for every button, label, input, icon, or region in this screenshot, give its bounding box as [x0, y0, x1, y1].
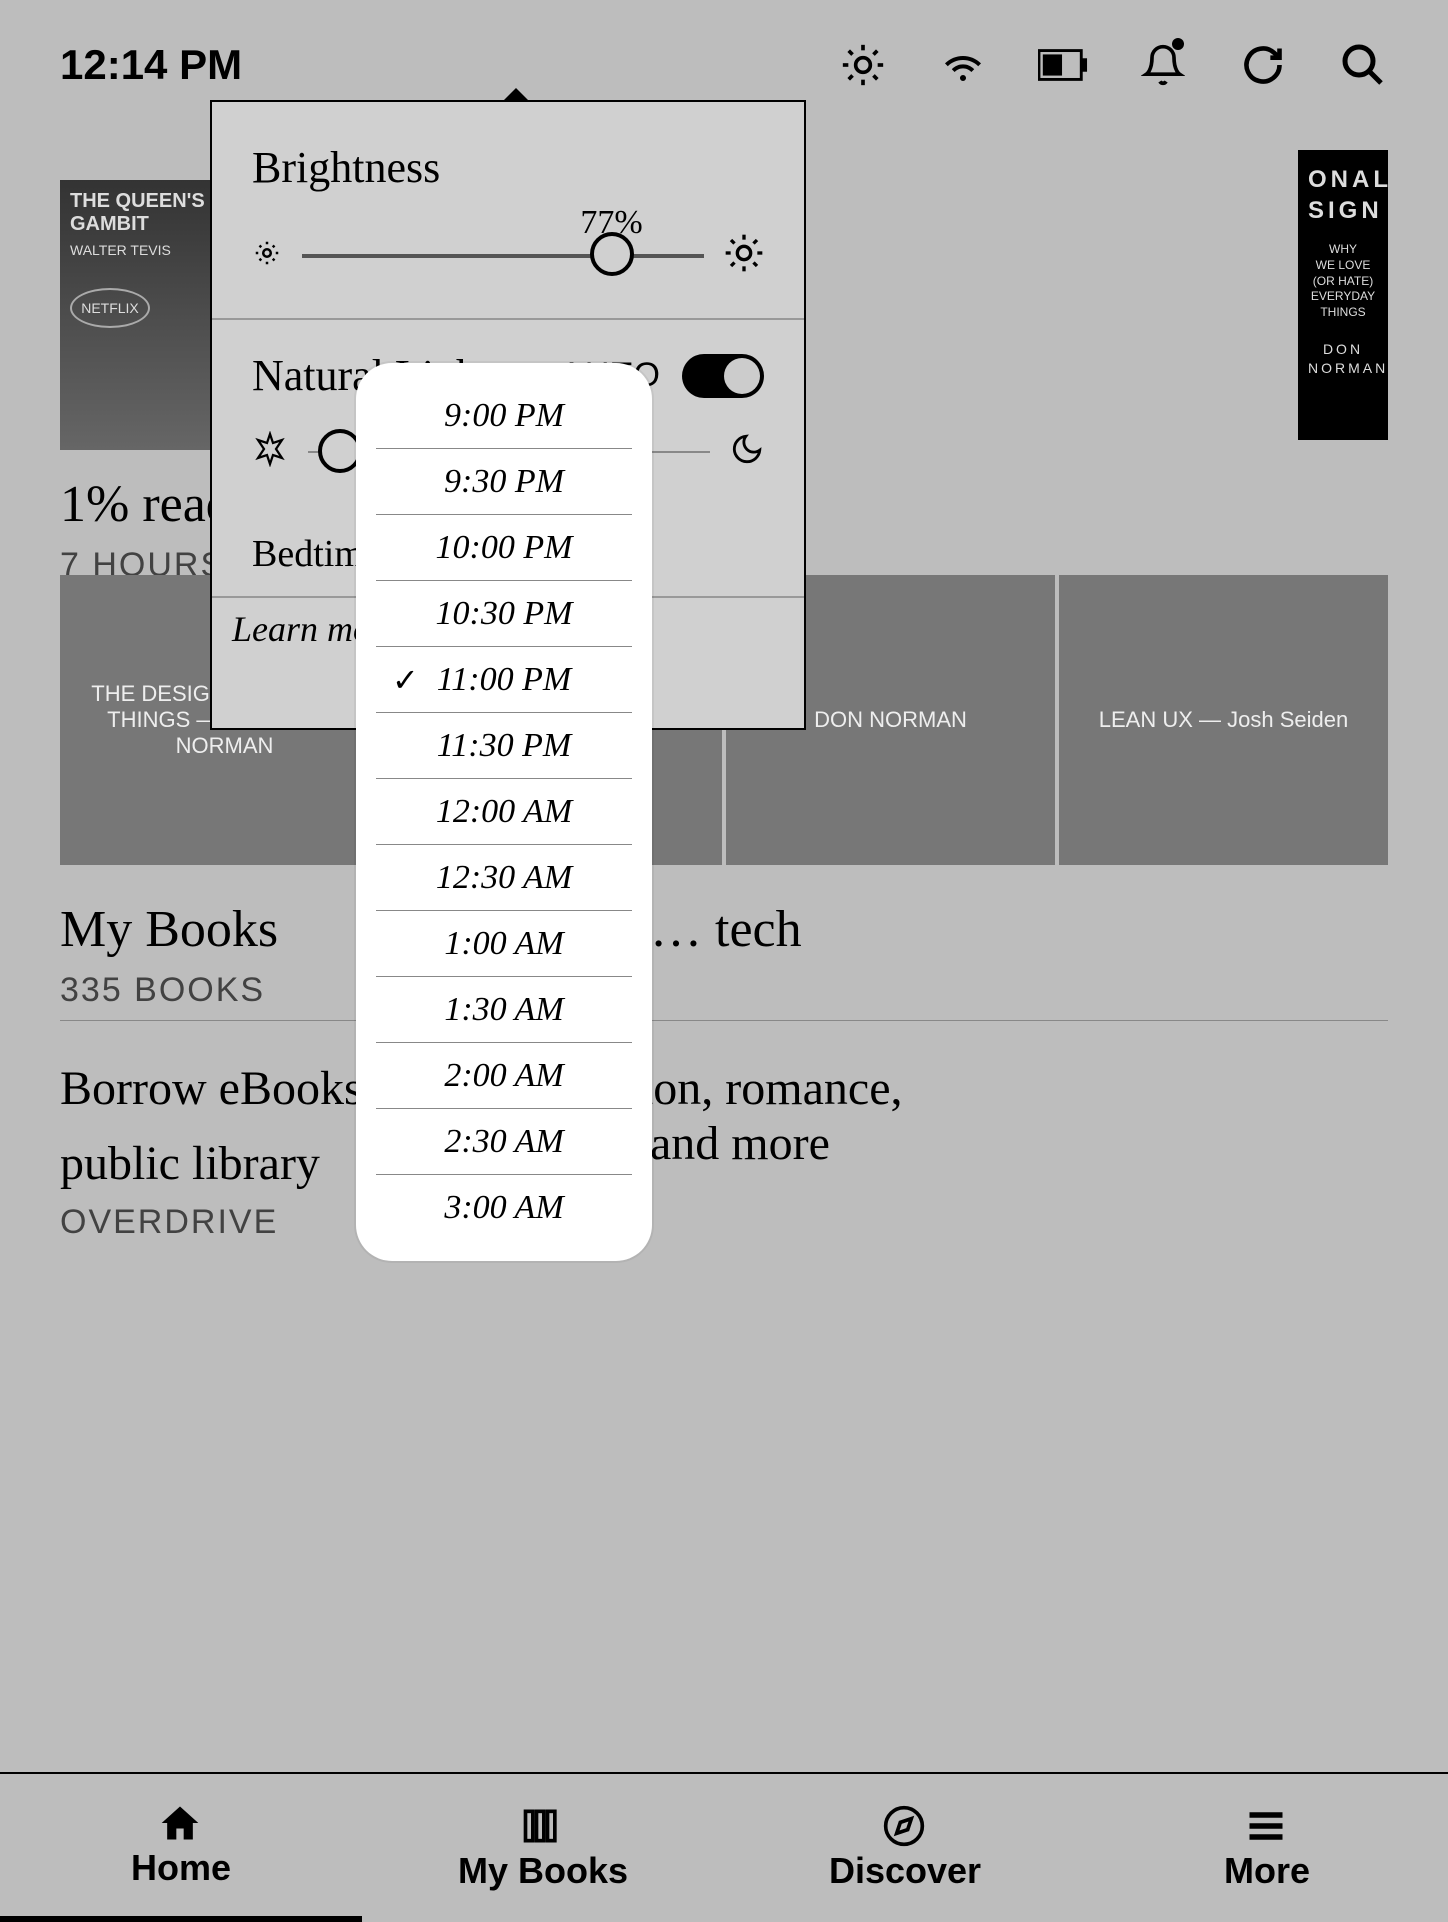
check-icon: ✓	[392, 661, 419, 699]
home-icon	[156, 1801, 206, 1841]
bottom-nav: Home My Books Discover More	[0, 1772, 1448, 1922]
time-option[interactable]: 10:30 PM	[376, 581, 632, 647]
brightness-icon[interactable]	[838, 40, 888, 90]
moon-icon	[730, 432, 764, 471]
nav-more[interactable]: More	[1086, 1774, 1448, 1922]
my-books-title: My Books	[60, 900, 278, 959]
book-cover-design[interactable]: ONAL SIGN WHY WE LOVE (OR HATE) EVERYDAY…	[1298, 150, 1388, 440]
brightness-title: Brightness	[212, 102, 804, 213]
my-books-section[interactable]: My Books 335 BOOKS	[60, 880, 278, 1010]
status-icons	[838, 40, 1388, 90]
nav-my-books-label: My Books	[458, 1850, 628, 1892]
overdrive-section[interactable]: Borrow eBooks from your … ion, romance, …	[60, 1020, 1388, 1242]
netflix-badge: NETFLIX	[70, 288, 150, 328]
time-option[interactable]: 1:00 AM	[376, 911, 632, 977]
time-option[interactable]: 2:30 AM	[376, 1109, 632, 1175]
time-option[interactable]: 1:30 AM	[376, 977, 632, 1043]
status-time: 12:14 PM	[60, 41, 242, 89]
search-icon[interactable]	[1338, 40, 1388, 90]
nav-home-label: Home	[131, 1847, 231, 1889]
nav-more-label: More	[1224, 1850, 1310, 1892]
compass-icon	[880, 1804, 930, 1844]
sync-icon[interactable]	[1238, 40, 1288, 90]
book-cover[interactable]: LEAN UX — Josh Seiden	[1059, 575, 1388, 865]
time-option[interactable]: 9:30 PM	[376, 449, 632, 515]
sun-low-icon	[252, 238, 282, 273]
nav-home[interactable]: Home	[0, 1774, 362, 1922]
wifi-icon[interactable]	[938, 40, 988, 90]
time-option[interactable]: 12:00 AM	[376, 779, 632, 845]
overdrive-label: OVERDRIVE	[60, 1203, 1388, 1242]
sun-outline-icon	[252, 431, 288, 472]
time-option[interactable]: 3:00 AM	[376, 1175, 632, 1241]
bell-icon[interactable]	[1138, 40, 1188, 90]
nav-discover-label: Discover	[829, 1850, 981, 1892]
nav-my-books[interactable]: My Books	[362, 1774, 724, 1922]
auto-toggle[interactable]	[682, 354, 764, 398]
time-option[interactable]: 10:00 PM	[376, 515, 632, 581]
sun-high-icon	[724, 233, 764, 278]
brightness-slider-row: 77%	[212, 213, 804, 318]
brightness-slider-thumb[interactable]	[590, 232, 634, 276]
status-bar: 12:14 PM	[0, 0, 1448, 110]
books-icon	[518, 1804, 568, 1844]
time-option[interactable]: 2:00 AM	[376, 1043, 632, 1109]
bedtime-time-picker: 9:00 PM9:30 PM10:00 PM10:30 PM11:00 PM✓1…	[356, 363, 652, 1261]
tech-section[interactable]: … tech	[650, 880, 802, 959]
nav-discover[interactable]: Discover	[724, 1774, 1086, 1922]
battery-icon[interactable]	[1038, 40, 1088, 90]
time-option[interactable]: 9:00 PM	[376, 383, 632, 449]
time-option[interactable]: 12:30 AM	[376, 845, 632, 911]
brightness-slider[interactable]: 77%	[302, 254, 704, 258]
my-books-count: 335 BOOKS	[60, 971, 278, 1010]
time-option[interactable]: 11:00 PM✓	[376, 647, 632, 713]
menu-icon	[1242, 1804, 1292, 1844]
time-option[interactable]: 11:30 PM	[376, 713, 632, 779]
